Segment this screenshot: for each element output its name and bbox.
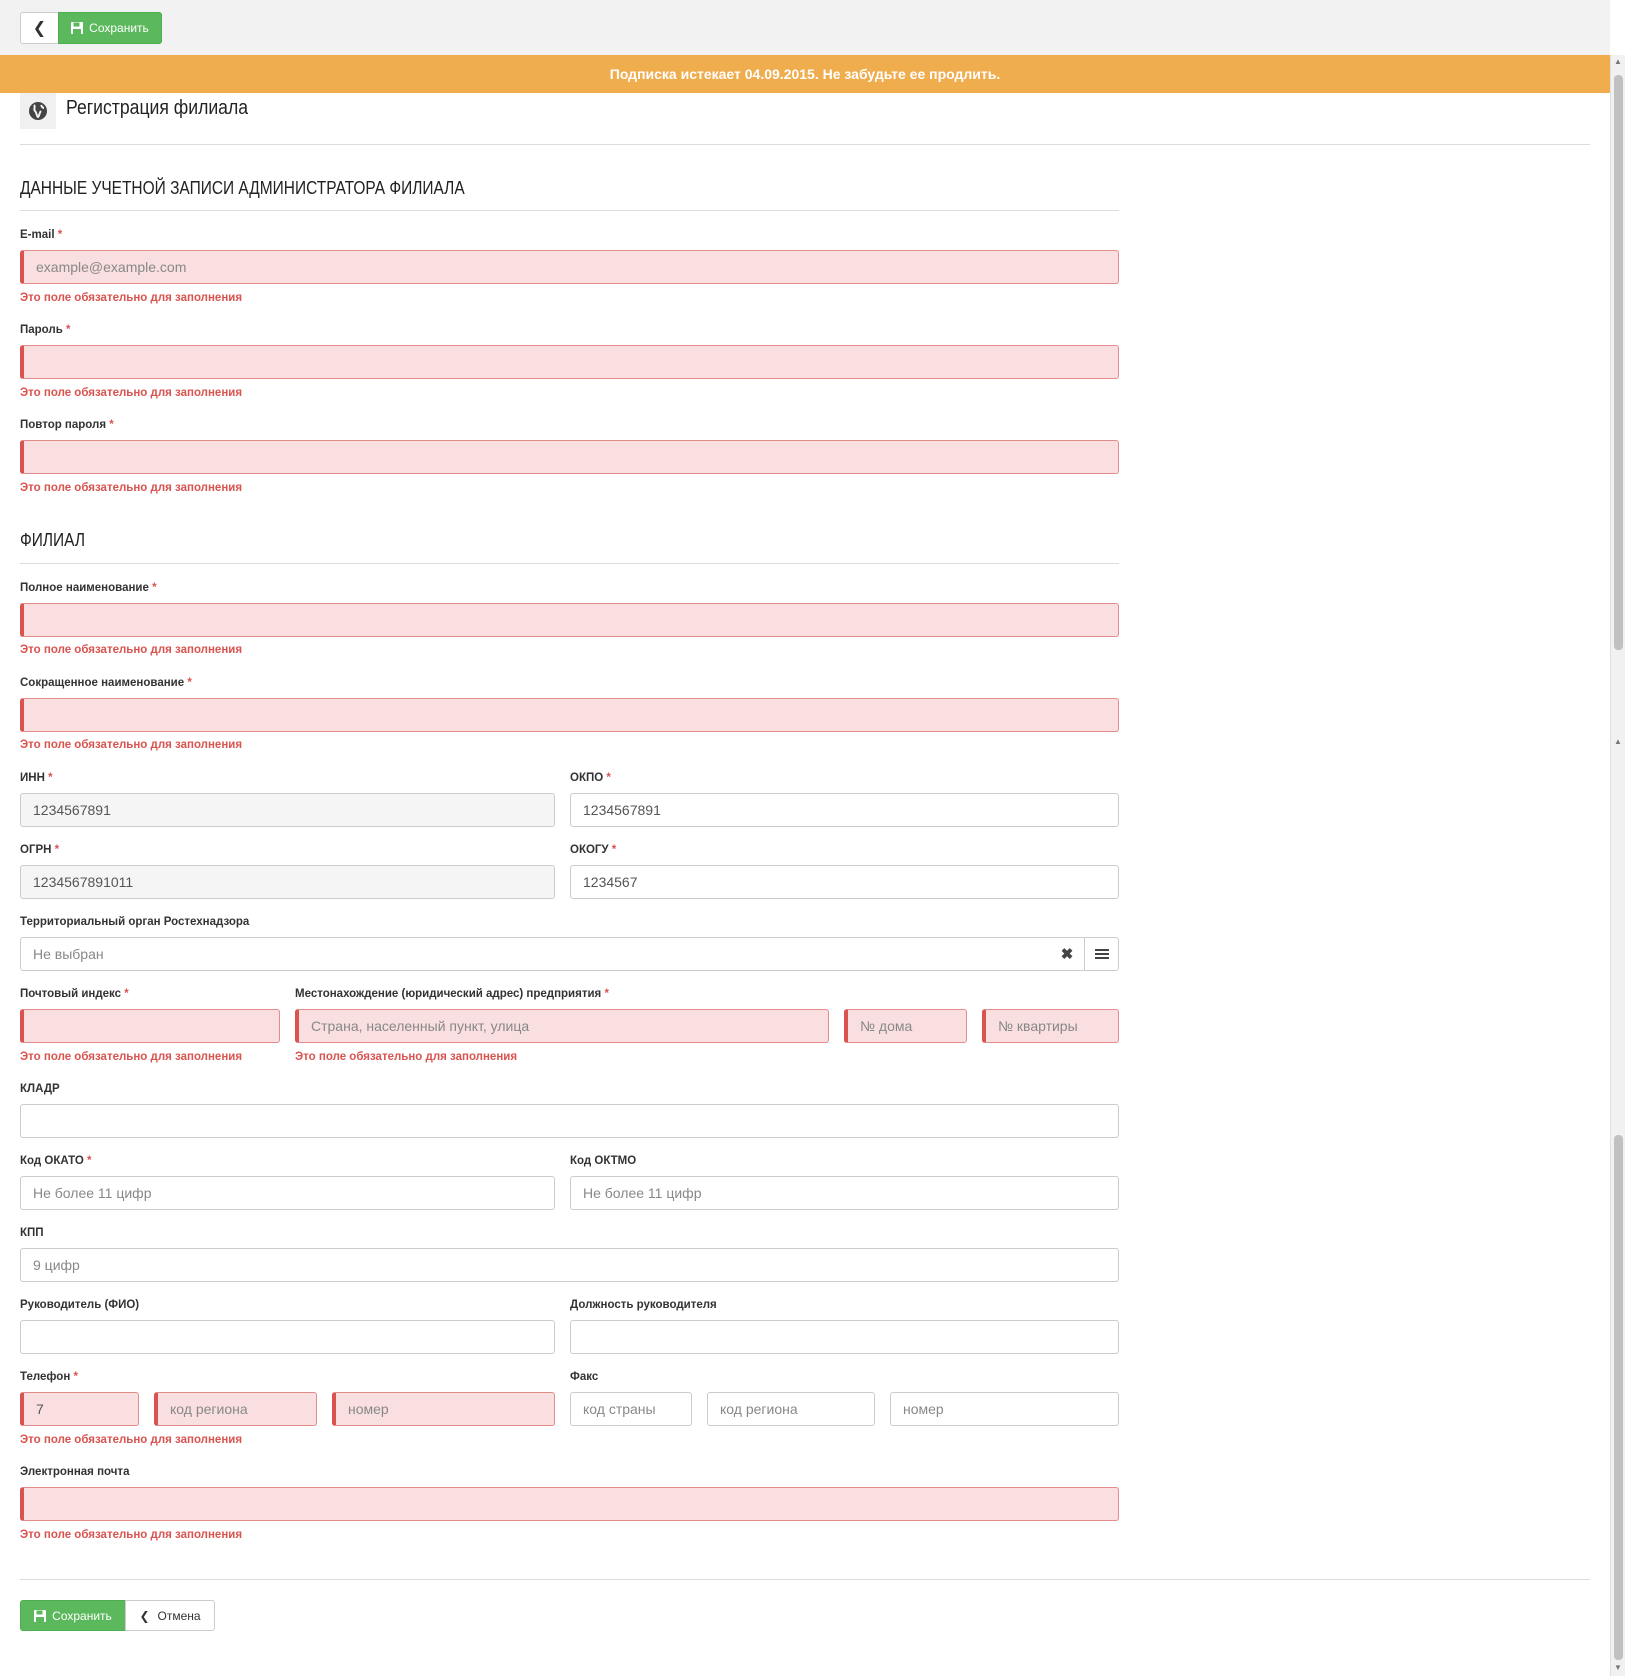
globe-icon	[20, 93, 56, 129]
password-repeat-error: Это поле обязательно для заполнения	[20, 482, 243, 494]
head-position-label: Должность руководителя	[570, 1299, 717, 1311]
password-field[interactable]	[20, 345, 1119, 379]
rtn-select[interactable]: Не выбран ✖	[20, 937, 1119, 971]
fax-country-field[interactable]: код страны	[570, 1392, 692, 1426]
save-button-top[interactable]: Сохранить	[58, 12, 162, 44]
short-name-error: Это поле обязательно для заполнения	[20, 739, 243, 751]
kpp-label: КПП	[20, 1227, 44, 1239]
kladr-label: КЛАДР	[20, 1083, 60, 1095]
short-name-label: Сокращенное наименование *	[20, 677, 192, 689]
chevron-left-icon: ❮	[32, 20, 47, 37]
phone-label: Телефон *	[20, 1371, 78, 1383]
page-title: Регистрация филиала	[66, 97, 249, 119]
phone-country-field[interactable]: 7	[20, 1392, 139, 1426]
okato-field[interactable]: Не более 11 цифр	[20, 1176, 555, 1210]
password-repeat-field[interactable]	[20, 440, 1119, 474]
okato-label: Код ОКАТО *	[20, 1155, 92, 1167]
fax-region-field[interactable]: код региона	[707, 1392, 875, 1426]
oktmo-field[interactable]: Не более 11 цифр	[570, 1176, 1119, 1210]
ogrn-field[interactable]: 1234567891011	[20, 865, 555, 899]
branch-section-title: Филиал	[20, 530, 86, 550]
scroll-thumb-upper[interactable]	[1614, 75, 1623, 650]
floppy-disk-icon	[34, 1609, 47, 1622]
cancel-button-label: Отмена	[157, 1608, 201, 1623]
page-header: Регистрация филиала	[20, 93, 1590, 145]
rtn-label: Территориальный орган Ростехнадзора	[20, 916, 250, 928]
list-icon[interactable]	[1084, 938, 1118, 970]
footer-divider	[20, 1579, 1590, 1580]
save-button-bottom[interactable]: Сохранить	[20, 1600, 126, 1631]
kladr-field[interactable]	[20, 1104, 1119, 1138]
full-name-label: Полное наименование *	[20, 582, 157, 594]
banner-text: Подписка истекает 04.09.2015. Не забудьт…	[609, 66, 1001, 82]
cancel-button[interactable]: ❮ Отмена	[125, 1600, 215, 1631]
head-position-field[interactable]	[570, 1320, 1119, 1354]
email-error: Это поле обязательно для заполнения	[20, 292, 243, 304]
password-repeat-label: Повтор пароля *	[20, 419, 114, 431]
save-button-bottom-label: Сохранить	[52, 1608, 112, 1623]
address-label: Местонахождение (юридический адрес) пред…	[295, 988, 609, 1000]
head-field[interactable]	[20, 1320, 555, 1354]
oktmo-label: Код ОКТМО	[570, 1155, 637, 1167]
okogu-label: ОКОГУ *	[570, 844, 617, 856]
postal-field[interactable]	[20, 1009, 280, 1043]
okpo-label: ОКПО *	[570, 772, 611, 784]
back-button[interactable]: ❮	[20, 12, 59, 44]
short-name-field[interactable]	[20, 698, 1119, 732]
inn-label: ИНН *	[20, 772, 53, 784]
phone-number-field[interactable]: номер	[332, 1392, 555, 1426]
scroll-thumb-lower[interactable]	[1614, 1135, 1623, 1660]
ogrn-label: ОГРН *	[20, 844, 60, 856]
save-button-label: Сохранить	[89, 21, 149, 35]
phone-region-field[interactable]: код региона	[154, 1392, 317, 1426]
fax-number-field[interactable]: номер	[890, 1392, 1119, 1426]
head-label: Руководитель (ФИО)	[20, 1299, 140, 1311]
house-field[interactable]: № дома	[844, 1009, 967, 1043]
admin-section-title: Данные учетной записи администратора фил…	[20, 178, 465, 198]
kpp-field[interactable]: 9 цифр	[20, 1248, 1119, 1282]
chevron-left-icon: ❮	[139, 1608, 150, 1623]
full-name-field[interactable]	[20, 603, 1119, 637]
full-name-error: Это поле обязательно для заполнения	[20, 644, 243, 656]
branch-email-field[interactable]	[20, 1487, 1119, 1521]
page-scrollbar[interactable]: ▲ ▲ ▼	[1610, 55, 1625, 1676]
okogu-field[interactable]: 1234567	[570, 865, 1119, 899]
inn-field[interactable]: 1234567891	[20, 793, 555, 827]
branch-email-label: Электронная почта	[20, 1466, 130, 1478]
scroll-mid-arrow: ▲	[1614, 737, 1622, 746]
top-toolbar: ❮ Сохранить	[0, 0, 1610, 55]
subscription-banner: Подписка истекает 04.09.2015. Не забудьт…	[0, 55, 1610, 93]
scroll-down-arrow[interactable]: ▼	[1614, 1663, 1622, 1672]
close-icon[interactable]: ✖	[1050, 938, 1084, 970]
password-error: Это поле обязательно для заполнения	[20, 387, 243, 399]
address-error: Это поле обязательно для заполнения	[295, 1051, 518, 1063]
apartment-field[interactable]: № квартиры	[982, 1009, 1119, 1043]
email-field[interactable]: example@example.com	[20, 250, 1119, 284]
postal-error: Это поле обязательно для заполнения	[20, 1051, 243, 1063]
branch-section-divider	[20, 563, 1119, 564]
email-label: E-mail *	[20, 229, 63, 241]
phone-error: Это поле обязательно для заполнения	[20, 1434, 243, 1446]
admin-section-divider	[20, 210, 1119, 211]
postal-label: Почтовый индекс *	[20, 988, 129, 1000]
rtn-select-value: Не выбран	[33, 946, 104, 962]
branch-email-error: Это поле обязательно для заполнения	[20, 1529, 243, 1541]
password-label: Пароль *	[20, 324, 71, 336]
scroll-up-arrow[interactable]: ▲	[1614, 57, 1622, 66]
address-field[interactable]: Страна, населенный пункт, улица	[295, 1009, 829, 1043]
floppy-disk-icon	[71, 22, 84, 34]
okpo-field[interactable]: 1234567891	[570, 793, 1119, 827]
fax-label: Факс	[570, 1371, 599, 1383]
